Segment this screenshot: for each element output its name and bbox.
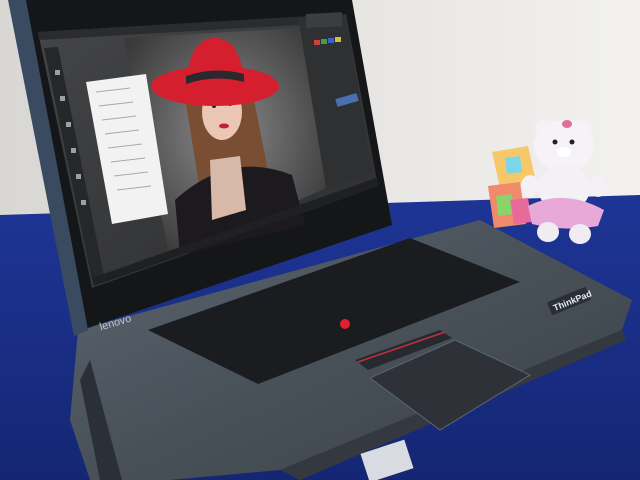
trackpoint-nub[interactable]: [340, 319, 350, 329]
lasso-tool-icon[interactable]: [60, 96, 65, 101]
photo-scene: ThinkPad lenovo: [0, 0, 640, 480]
move-tool-icon[interactable]: [55, 70, 60, 75]
color-panel[interactable]: [306, 12, 342, 28]
photo-illustration: ThinkPad lenovo: [0, 0, 640, 480]
brush-tool-icon[interactable]: [71, 148, 76, 153]
crop-tool-icon[interactable]: [66, 122, 71, 127]
zoom-tool-icon[interactable]: [81, 200, 86, 205]
eraser-tool-icon[interactable]: [76, 174, 81, 179]
